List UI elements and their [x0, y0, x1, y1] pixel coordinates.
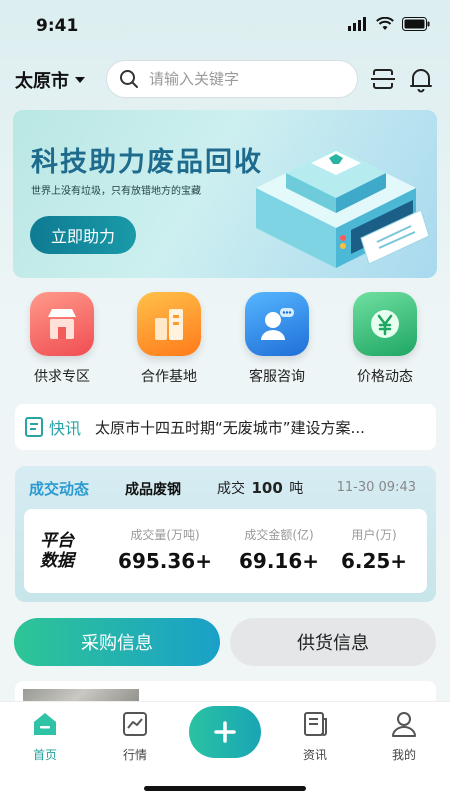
news-tag-label: 快讯 [49, 419, 82, 438]
home-indicator [144, 786, 306, 791]
search-bar[interactable] [106, 60, 358, 98]
quick-item-partner-base[interactable]: 合作基地 [124, 292, 214, 386]
platform-data-logo: 平台 数据 [40, 531, 74, 571]
news-ticker[interactable]: 快讯 太原市十四五时期“无废城市”建设方案... [15, 404, 436, 450]
search-icon [120, 70, 138, 88]
info-tabs: 采购信息 供货信息 [14, 618, 436, 666]
deal-title: 成交动态 [29, 480, 90, 498]
plus-icon [214, 721, 236, 743]
deal-volume-prefix: 成交 [217, 481, 245, 497]
stat-value: 6.25+ [340, 549, 408, 573]
logo-line-1: 平台 [40, 531, 74, 551]
quick-label-partner-base: 合作基地 [141, 369, 197, 385]
recycling-machine-illustration [256, 148, 430, 268]
promo-banner[interactable]: 科技助力废品回收 世界上没有垃圾，只有放错地方的宝藏 立即助力 [13, 110, 437, 278]
signal-icon [348, 17, 366, 31]
tab-news[interactable]: 资讯 [280, 710, 350, 763]
banner-title: 科技助力废品回收 [31, 147, 263, 178]
bell-icon[interactable] [409, 67, 433, 93]
document-icon [25, 417, 43, 437]
tab-market-label: 行情 [122, 748, 147, 762]
stat-value: 695.36+ [118, 549, 212, 573]
stat-value: 69.16+ [238, 549, 320, 573]
status-icons [348, 17, 430, 31]
tab-purchase-info[interactable]: 采购信息 [14, 618, 220, 666]
news-headline[interactable]: 太原市十四五时期“无废城市”建设方案... [95, 417, 365, 438]
logo-line-2: 数据 [40, 551, 74, 571]
deal-volume: 成交 100 吨 [217, 478, 303, 498]
support-icon [245, 292, 309, 356]
status-time: 9:41 [36, 16, 79, 36]
status-bar: 9:41 [0, 0, 450, 52]
stat-volume: 成交量(万吨) 695.36+ [110, 526, 220, 573]
city-selector[interactable]: 太原市 [15, 67, 85, 93]
deal-header: 成交动态 成品废钢 成交 100 吨 11-30 09:43 [15, 466, 436, 508]
quick-item-supply-demand[interactable]: 供求专区 [17, 292, 107, 386]
platform-stats: 平台 数据 成交量(万吨) 695.36+ 成交金额(亿) 69.16+ 用户(… [24, 509, 427, 593]
chart-icon [123, 712, 147, 736]
quick-item-price-trends[interactable]: 价格动态 [340, 292, 430, 386]
tab-news-label: 资讯 [302, 748, 327, 762]
deal-product: 成品废钢 [125, 482, 181, 498]
banner-subtitle: 世界上没有垃圾，只有放错地方的宝藏 [31, 186, 201, 197]
header: 太原市 [0, 58, 450, 102]
news-tag: 快讯 [25, 415, 81, 439]
news-icon [304, 712, 327, 736]
tab-market[interactable]: 行情 [100, 710, 170, 763]
stat-users: 用户(万) 6.25+ [329, 526, 419, 573]
stat-label: 成交金额(亿) [244, 528, 314, 542]
quick-label-customer-service: 客服咨询 [249, 369, 305, 385]
deal-volume-unit: 吨 [289, 481, 304, 497]
quick-actions: 供求专区 合作基地 客服咨询 价格动态 [0, 292, 450, 392]
shop-icon [30, 292, 94, 356]
quick-label-supply-demand: 供求专区 [34, 369, 90, 385]
tab-profile-label: 我的 [391, 748, 416, 762]
caret-down-icon [75, 77, 85, 83]
scan-icon[interactable] [370, 67, 396, 91]
quick-label-price-trends: 价格动态 [357, 369, 413, 385]
wifi-icon [376, 17, 394, 30]
publish-button[interactable] [189, 706, 261, 758]
yen-icon [353, 292, 417, 356]
search-input[interactable] [149, 70, 339, 88]
quick-item-customer-service[interactable]: 客服咨询 [232, 292, 322, 386]
user-icon [392, 712, 416, 737]
tab-home-label: 首页 [32, 748, 57, 762]
stat-amount: 成交金额(亿) 69.16+ [224, 526, 334, 573]
help-now-button[interactable]: 立即助力 [30, 216, 136, 254]
tab-home[interactable]: 首页 [10, 710, 80, 763]
city-label: 太原市 [15, 71, 69, 92]
building-icon [137, 292, 201, 356]
tab-supply-info[interactable]: 供货信息 [230, 618, 436, 666]
stat-label: 成交量(万吨) [130, 528, 200, 542]
stat-label: 用户(万) [351, 528, 397, 542]
home-icon [34, 713, 56, 735]
deal-card: 成交动态 成品废钢 成交 100 吨 11-30 09:43 平台 数据 成交量… [15, 466, 436, 602]
tab-profile[interactable]: 我的 [369, 710, 439, 763]
battery-icon [402, 17, 430, 31]
deal-volume-value: 100 [251, 479, 283, 497]
deal-time: 11-30 09:43 [336, 480, 416, 495]
